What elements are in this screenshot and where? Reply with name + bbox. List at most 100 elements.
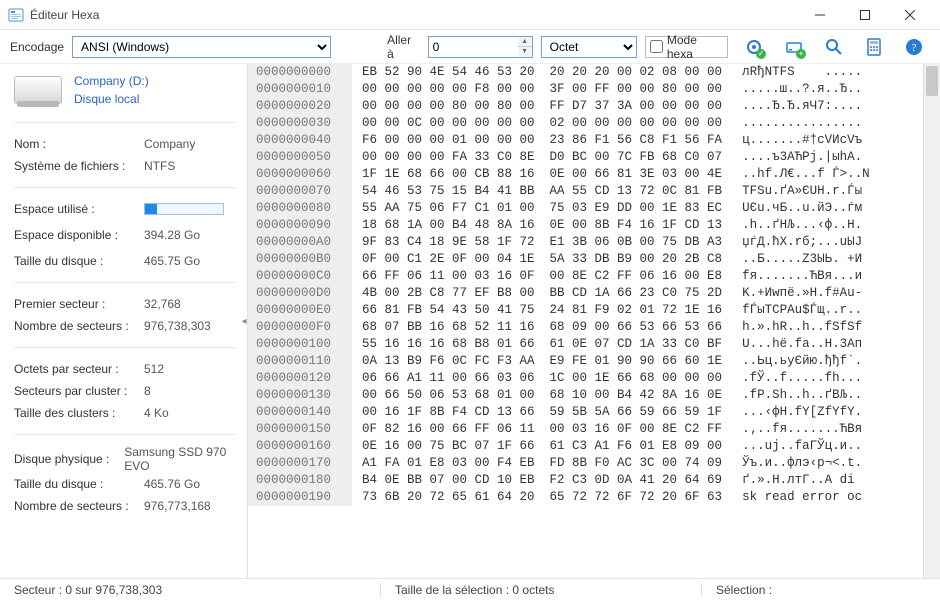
ascii-cell[interactable]: U...hё.fa..Н.3Ап	[732, 336, 872, 353]
bytes-cell[interactable]: 0F 82 16 00 66 FF 06 11 00 03 16 0F 00 8…	[352, 421, 732, 438]
hex-row[interactable]: 00000001100A 13 B9 F6 0C FC F3 AA E9 FE …	[248, 353, 923, 370]
ascii-cell[interactable]: fя.......ЋВя...и	[732, 268, 872, 285]
bytes-cell[interactable]: 06 66 A1 11 00 66 03 06 1C 00 1E 66 68 0…	[352, 370, 732, 387]
bytes-cell[interactable]: 00 00 00 00 80 00 80 00 FF D7 37 3A 00 0…	[352, 98, 732, 115]
ascii-cell[interactable]: ..hf.Л€...f Ѓ>..N	[732, 166, 880, 183]
ascii-cell[interactable]: h.».hR..h..fSfSf	[732, 319, 872, 336]
hex-row[interactable]: 00000001600E 16 00 75 BC 07 1F 66 61 C3 …	[248, 438, 923, 455]
bytes-cell[interactable]: 54 46 53 75 15 B4 41 BB AA 55 CD 13 72 0…	[352, 183, 732, 200]
hex-row[interactable]: 000000012006 66 A1 11 00 66 03 06 1C 00 …	[248, 370, 923, 387]
vertical-scrollbar[interactable]	[923, 64, 940, 578]
hex-row[interactable]: 000000009018 68 1A 00 B4 48 8A 16 0E 00 …	[248, 217, 923, 234]
bytes-cell[interactable]: B4 0E BB 07 00 CD 10 EB F2 C3 0D 0A 41 2…	[352, 472, 732, 489]
ascii-cell[interactable]: .fP.Sh..h..ґBЉ..	[732, 387, 872, 404]
bytes-cell[interactable]: 4B 00 2B C8 77 EF B8 00 BB CD 1A 66 23 C…	[352, 285, 732, 302]
hex-row[interactable]: 0000000040F6 00 00 00 01 00 00 00 23 86 …	[248, 132, 923, 149]
bytes-cell[interactable]: 00 66 50 06 53 68 01 00 68 10 00 B4 42 8…	[352, 387, 732, 404]
close-button[interactable]	[887, 0, 932, 30]
minimize-button[interactable]	[797, 0, 842, 30]
hex-row[interactable]: 00000000B00F 00 C1 2E 0F 00 04 1E 5A 33 …	[248, 251, 923, 268]
offset-cell: 00000000F0	[248, 319, 352, 336]
hex-row[interactable]: 00000000A09F 83 C4 18 9E 58 1F 72 E1 3B …	[248, 234, 923, 251]
hex-row[interactable]: 000000013000 66 50 06 53 68 01 00 68 10 …	[248, 387, 923, 404]
hex-row[interactable]: 000000002000 00 00 00 80 00 80 00 FF D7 …	[248, 98, 923, 115]
ascii-cell[interactable]: sk read error oc	[732, 489, 872, 506]
goto-spinner[interactable]: ▲▼	[518, 36, 533, 58]
hex-mode-input[interactable]	[650, 40, 663, 53]
hex-row[interactable]: 0000000000EB 52 90 4E 54 46 53 20 20 20 …	[248, 64, 923, 81]
ascii-cell[interactable]: ...uј..faГЎц.и..	[732, 438, 872, 455]
panel-collapse-handle[interactable]: ◂	[240, 301, 248, 341]
bytes-cell[interactable]: 0F 00 C1 2E 0F 00 04 1E 5A 33 DB B9 00 2…	[352, 251, 732, 268]
bytes-cell[interactable]: 68 07 BB 16 68 52 11 16 68 09 00 66 53 6…	[352, 319, 732, 336]
ascii-cell[interactable]: ....Ђ.Ђ.яЧ7:....	[732, 98, 872, 115]
bytes-cell[interactable]: 55 AA 75 06 F7 C1 01 00 75 03 E9 DD 00 1…	[352, 200, 732, 217]
goto-input[interactable]	[428, 36, 518, 58]
bytes-cell[interactable]: 18 68 1A 00 B4 48 8A 16 0E 00 8B F4 16 1…	[352, 217, 732, 234]
hex-row[interactable]: 00000000E066 81 FB 54 43 50 41 75 24 81 …	[248, 302, 923, 319]
bytes-cell[interactable]: 66 81 FB 54 43 50 41 75 24 81 F9 02 01 7…	[352, 302, 732, 319]
ascii-cell[interactable]: ..Ьц.ьуЄйю.ђђf`.	[732, 353, 872, 370]
ascii-cell[interactable]: ґ.».Н.лтГ..A di	[732, 472, 865, 489]
hex-row[interactable]: 00000001500F 82 16 00 66 FF 06 11 00 03 …	[248, 421, 923, 438]
ascii-cell[interactable]: ....ъ3АЋРј.|ыhА.	[732, 149, 872, 166]
hex-row[interactable]: 00000000D04B 00 2B C8 77 EF B8 00 BB CD …	[248, 285, 923, 302]
ascii-cell[interactable]: .‚..fя.......ЋВя	[732, 421, 872, 438]
bytes-cell[interactable]: 55 16 16 16 68 B8 01 66 61 0E 07 CD 1A 3…	[352, 336, 732, 353]
hex-row[interactable]: 00000000C066 FF 06 11 00 03 16 0F 00 8E …	[248, 268, 923, 285]
hex-row[interactable]: 000000001000 00 00 00 00 F8 00 00 3F 00 …	[248, 81, 923, 98]
ascii-cell[interactable]: џѓД.ћX.rб;...uЫЈ	[732, 234, 872, 251]
bytes-cell[interactable]: 00 00 00 00 00 F8 00 00 3F 00 FF 00 00 8…	[352, 81, 732, 98]
bytes-cell[interactable]: 0A 13 B9 F6 0C FC F3 AA E9 FE 01 90 90 6…	[352, 353, 732, 370]
bytes-cell[interactable]: 00 00 00 00 FA 33 C0 8E D0 BC 00 7C FB 6…	[352, 149, 732, 166]
maximize-button[interactable]	[842, 0, 887, 30]
settings-disk-icon[interactable]: +	[784, 37, 804, 57]
settings-apply-icon[interactable]: ✓	[744, 37, 764, 57]
window-title: Éditeur Hexa	[30, 8, 797, 22]
ascii-cell[interactable]: fЃыTCPAu$Ѓщ..r..	[732, 302, 872, 319]
hex-row[interactable]: 000000019073 6B 20 72 65 61 64 20 65 72 …	[248, 489, 923, 506]
hex-row[interactable]: 000000014000 16 1F 8B F4 CD 13 66 59 5B …	[248, 404, 923, 421]
bytes-cell[interactable]: F6 00 00 00 01 00 00 00 23 86 F1 56 C8 F…	[352, 132, 732, 149]
hex-row[interactable]: 00000000601F 1E 68 66 00 CB 88 16 0E 00 …	[248, 166, 923, 183]
bytes-cell[interactable]: 0E 16 00 75 BC 07 1F 66 61 C3 A1 F6 01 E…	[352, 438, 732, 455]
ascii-cell[interactable]: лRђNTFS .....	[732, 64, 872, 81]
ascii-cell[interactable]: Ўъ.и..флэ‹р¬<.t.	[732, 455, 872, 472]
goto-unit-select[interactable]: Octet	[541, 36, 637, 58]
hex-row[interactable]: 000000008055 AA 75 06 F7 C1 01 00 75 03 …	[248, 200, 923, 217]
encoding-select[interactable]: ANSI (Windows)	[72, 36, 331, 58]
offset-cell: 0000000110	[248, 353, 352, 370]
bytes-cell[interactable]: EB 52 90 4E 54 46 53 20 20 20 20 00 02 0…	[352, 64, 732, 81]
ascii-cell[interactable]: UЄu.чБ..u.йЭ..ѓм	[732, 200, 872, 217]
bytes-cell[interactable]: A1 FA 01 E8 03 00 F4 EB FD 8B F0 AC 3C 0…	[352, 455, 732, 472]
hex-row[interactable]: 000000003000 00 0C 00 00 00 00 00 02 00 …	[248, 115, 923, 132]
bytes-cell[interactable]: 73 6B 20 72 65 61 64 20 65 72 72 6F 72 2…	[352, 489, 732, 506]
ascii-cell[interactable]: ................	[732, 115, 872, 132]
ascii-cell[interactable]: ...‹фН.fY[ZfYfY.	[732, 404, 872, 421]
ascii-cell[interactable]: TFSu.ґA»ЄUН.r.Ѓы	[732, 183, 872, 200]
hex-row[interactable]: 0000000170A1 FA 01 E8 03 00 F4 EB FD 8B …	[248, 455, 923, 472]
hex-row[interactable]: 0000000180B4 0E BB 07 00 CD 10 EB F2 C3 …	[248, 472, 923, 489]
bytes-cell[interactable]: 00 00 0C 00 00 00 00 00 02 00 00 00 00 0…	[352, 115, 732, 132]
bytes-cell[interactable]: 1F 1E 68 66 00 CB 88 16 0E 00 66 81 3E 0…	[352, 166, 732, 183]
ascii-cell[interactable]: K.+Иwпё.»Н.f#Аu-	[732, 285, 872, 302]
bytes-cell[interactable]: 9F 83 C4 18 9E 58 1F 72 E1 3B 06 0B 00 7…	[352, 234, 732, 251]
help-icon[interactable]: ?	[904, 37, 924, 57]
ascii-cell[interactable]: ц.......#†сVИсVъ	[732, 132, 872, 149]
info-row: Taille du disque :465.76 Go	[14, 473, 235, 495]
search-icon[interactable]	[824, 37, 844, 57]
hex-row[interactable]: 000000010055 16 16 16 68 B8 01 66 61 0E …	[248, 336, 923, 353]
bytes-cell[interactable]: 66 FF 06 11 00 03 16 0F 00 8E C2 FF 06 1…	[352, 268, 732, 285]
hex-mode-checkbox[interactable]: Mode hexa	[645, 36, 728, 58]
ascii-cell[interactable]: .h..ґHЉ...‹ф..Н.	[732, 217, 872, 234]
hex-row[interactable]: 000000005000 00 00 00 FA 33 C0 8E D0 BC …	[248, 149, 923, 166]
hex-grid[interactable]: 0000000000EB 52 90 4E 54 46 53 20 20 20 …	[248, 64, 923, 578]
bytes-cell[interactable]: 00 16 1F 8B F4 CD 13 66 59 5B 5A 66 59 6…	[352, 404, 732, 421]
hex-row[interactable]: 000000007054 46 53 75 15 B4 41 BB AA 55 …	[248, 183, 923, 200]
hex-view: 0000000000EB 52 90 4E 54 46 53 20 20 20 …	[248, 64, 940, 578]
ascii-cell[interactable]: ..Б.....Z3ЫЬ. +И	[732, 251, 872, 268]
hex-row[interactable]: 00000000F068 07 BB 16 68 52 11 16 68 09 …	[248, 319, 923, 336]
calculator-icon[interactable]	[864, 37, 884, 57]
ascii-cell[interactable]: .....ш..?.я..Ђ..	[732, 81, 872, 98]
ascii-cell[interactable]: .fЎ..f.....fh...	[732, 370, 872, 387]
